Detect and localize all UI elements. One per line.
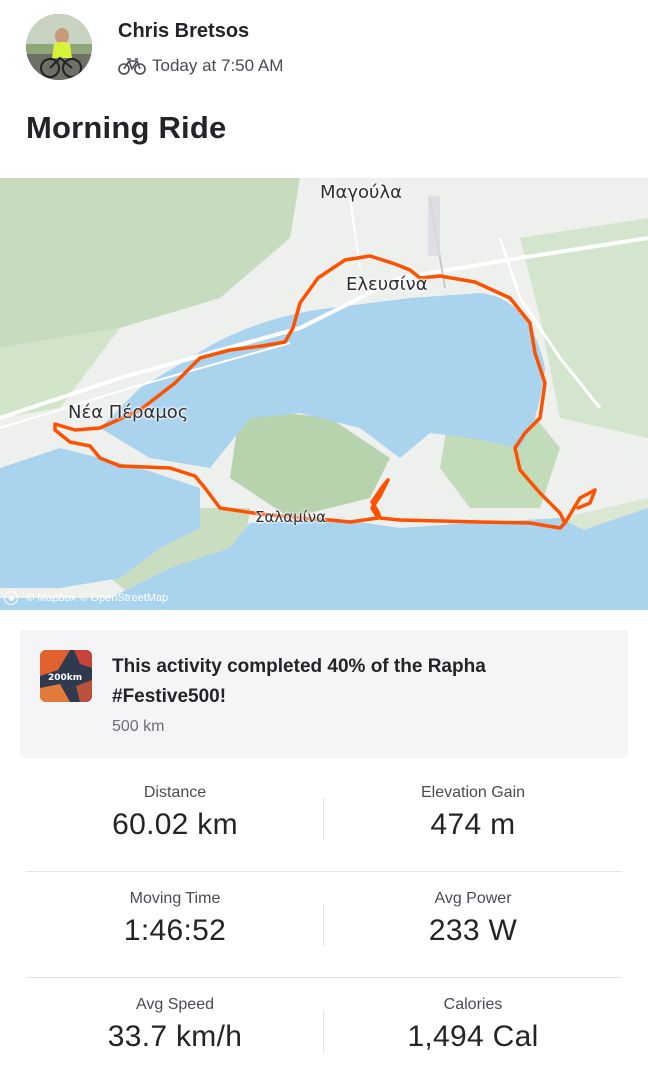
stats-row: Moving Time 1:46:52 Avg Power 233 W: [26, 872, 622, 978]
activity-meta: Today at 7:50 AM: [118, 54, 283, 78]
attribution-text: © Mapbox © OpenStreetMap: [26, 592, 169, 604]
stat-value: 1,494 Cal: [407, 1020, 539, 1053]
mapbox-logo-icon: [4, 591, 18, 605]
map-label-nea-peramos: Νέα Πέραμος: [68, 402, 189, 423]
map-label-salamina: Σαλαμίνα: [255, 508, 327, 526]
stat-avg-speed: Avg Speed 33.7 km/h: [26, 978, 324, 1054]
bike-icon: [118, 58, 146, 75]
challenge-badge-icon: 200km: [40, 650, 92, 702]
stats-row: Avg Speed 33.7 km/h Calories 1,494 Cal: [26, 978, 622, 1080]
stat-value: 474 m: [430, 808, 516, 841]
stat-label: Elevation Gain: [420, 784, 526, 801]
stat-label: Calories: [443, 996, 503, 1013]
challenge-goal: 500 km: [112, 718, 165, 735]
stat-moving-time: Moving Time 1:46:52: [26, 872, 324, 948]
badge-text: 200km: [48, 673, 82, 683]
stat-label: Avg Speed: [136, 996, 214, 1013]
challenge-text: This activity completed 40% of the Rapha…: [112, 656, 486, 707]
activity-timestamp: Today at 7:50 AM: [152, 56, 284, 75]
athlete-avatar[interactable]: [26, 14, 92, 80]
challenge-card[interactable]: 200km This activity completed 40% of the…: [20, 630, 628, 758]
stat-distance: Distance 60.02 km: [26, 766, 324, 842]
stat-value: 1:46:52: [123, 914, 227, 947]
stat-label: Moving Time: [129, 890, 221, 907]
stat-calories: Calories 1,494 Cal: [324, 978, 622, 1054]
map-label-magoula: Μαγούλα: [320, 182, 402, 203]
stats-row: Distance 60.02 km Elevation Gain 474 m: [26, 766, 622, 872]
stat-value: 233 W: [428, 914, 518, 947]
stat-elevation-gain: Elevation Gain 474 m: [324, 766, 622, 842]
stat-value: 60.02 km: [112, 808, 238, 841]
athlete-name[interactable]: Chris Bretsos: [118, 20, 249, 43]
stats-grid: Distance 60.02 km Elevation Gain 474 m M…: [26, 766, 622, 1080]
stat-label: Avg Power: [434, 890, 512, 907]
map-label-elefsina: Ελευσίνα: [346, 274, 428, 295]
activity-header: Chris Bretsos Today at 7:50 AM: [0, 0, 648, 100]
stat-label: Distance: [143, 784, 207, 801]
stat-avg-power: Avg Power 233 W: [324, 872, 622, 948]
map-canvas: [0, 178, 648, 610]
route-map[interactable]: Μαγούλα Ελευσίνα Νέα Πέραμος Σαλαμίνα © …: [0, 178, 648, 610]
map-attribution[interactable]: © Mapbox © OpenStreetMap: [4, 591, 168, 605]
activity-title: Morning Ride: [26, 110, 227, 145]
stat-value: 33.7 km/h: [107, 1020, 243, 1053]
